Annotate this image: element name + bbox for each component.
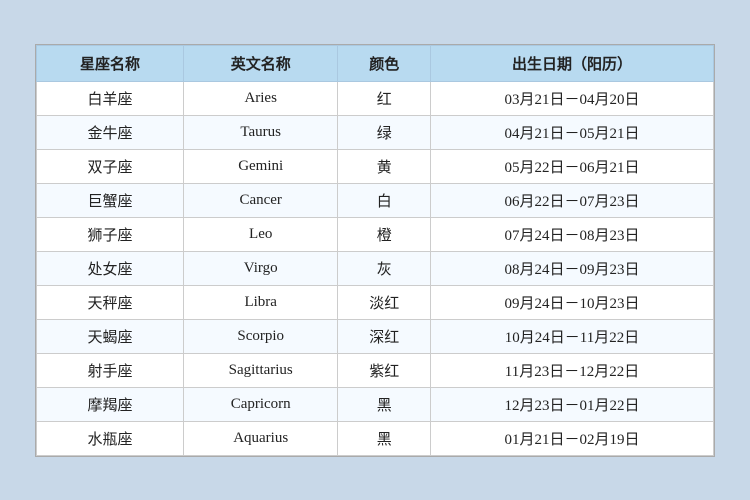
table-row: 白羊座Aries红03月21日－04月20日 — [37, 81, 714, 115]
zodiac-table-container: 星座名称英文名称颜色出生日期（阳历） 白羊座Aries红03月21日－04月20… — [35, 44, 715, 457]
table-row: 金牛座Taurus绿04月21日－05月21日 — [37, 115, 714, 149]
table-cell-9-1: Capricorn — [183, 387, 337, 421]
table-cell-6-0: 天秤座 — [37, 285, 184, 319]
table-cell-5-0: 处女座 — [37, 251, 184, 285]
table-cell-10-1: Aquarius — [183, 421, 337, 455]
table-cell-4-1: Leo — [183, 217, 337, 251]
table-cell-10-3: 01月21日－02月19日 — [430, 421, 713, 455]
table-row: 巨蟹座Cancer白06月22日－07月23日 — [37, 183, 714, 217]
table-cell-7-1: Scorpio — [183, 319, 337, 353]
table-cell-6-2: 淡红 — [338, 285, 431, 319]
table-cell-2-1: Gemini — [183, 149, 337, 183]
table-cell-3-0: 巨蟹座 — [37, 183, 184, 217]
table-cell-6-3: 09月24日－10月23日 — [430, 285, 713, 319]
table-cell-8-1: Sagittarius — [183, 353, 337, 387]
table-header-cell: 颜色 — [338, 45, 431, 81]
table-cell-2-3: 05月22日－06月21日 — [430, 149, 713, 183]
table-header-row: 星座名称英文名称颜色出生日期（阳历） — [37, 45, 714, 81]
table-row: 狮子座Leo橙07月24日－08月23日 — [37, 217, 714, 251]
table-cell-9-2: 黑 — [338, 387, 431, 421]
table-row: 天秤座Libra淡红09月24日－10月23日 — [37, 285, 714, 319]
table-cell-0-1: Aries — [183, 81, 337, 115]
table-body: 白羊座Aries红03月21日－04月20日金牛座Taurus绿04月21日－0… — [37, 81, 714, 455]
table-cell-0-2: 红 — [338, 81, 431, 115]
table-row: 摩羯座Capricorn黑12月23日－01月22日 — [37, 387, 714, 421]
table-cell-4-3: 07月24日－08月23日 — [430, 217, 713, 251]
zodiac-table: 星座名称英文名称颜色出生日期（阳历） 白羊座Aries红03月21日－04月20… — [36, 45, 714, 456]
table-cell-1-3: 04月21日－05月21日 — [430, 115, 713, 149]
table-cell-9-3: 12月23日－01月22日 — [430, 387, 713, 421]
table-cell-1-2: 绿 — [338, 115, 431, 149]
table-cell-10-2: 黑 — [338, 421, 431, 455]
table-row: 处女座Virgo灰08月24日－09月23日 — [37, 251, 714, 285]
table-cell-10-0: 水瓶座 — [37, 421, 184, 455]
table-row: 天蝎座Scorpio深红10月24日－11月22日 — [37, 319, 714, 353]
table-cell-9-0: 摩羯座 — [37, 387, 184, 421]
table-cell-0-0: 白羊座 — [37, 81, 184, 115]
table-row: 双子座Gemini黄05月22日－06月21日 — [37, 149, 714, 183]
table-row: 射手座Sagittarius紫红11月23日－12月22日 — [37, 353, 714, 387]
table-cell-5-3: 08月24日－09月23日 — [430, 251, 713, 285]
table-header-cell: 出生日期（阳历） — [430, 45, 713, 81]
table-cell-8-2: 紫红 — [338, 353, 431, 387]
table-cell-8-3: 11月23日－12月22日 — [430, 353, 713, 387]
table-cell-3-1: Cancer — [183, 183, 337, 217]
table-cell-5-1: Virgo — [183, 251, 337, 285]
table-cell-6-1: Libra — [183, 285, 337, 319]
table-header-cell: 英文名称 — [183, 45, 337, 81]
table-row: 水瓶座Aquarius黑01月21日－02月19日 — [37, 421, 714, 455]
table-cell-7-2: 深红 — [338, 319, 431, 353]
table-cell-3-3: 06月22日－07月23日 — [430, 183, 713, 217]
table-cell-1-1: Taurus — [183, 115, 337, 149]
table-cell-5-2: 灰 — [338, 251, 431, 285]
table-cell-7-3: 10月24日－11月22日 — [430, 319, 713, 353]
table-header-cell: 星座名称 — [37, 45, 184, 81]
table-cell-8-0: 射手座 — [37, 353, 184, 387]
table-cell-1-0: 金牛座 — [37, 115, 184, 149]
table-cell-0-3: 03月21日－04月20日 — [430, 81, 713, 115]
table-cell-4-2: 橙 — [338, 217, 431, 251]
table-cell-7-0: 天蝎座 — [37, 319, 184, 353]
table-cell-3-2: 白 — [338, 183, 431, 217]
table-cell-4-0: 狮子座 — [37, 217, 184, 251]
table-cell-2-0: 双子座 — [37, 149, 184, 183]
table-cell-2-2: 黄 — [338, 149, 431, 183]
